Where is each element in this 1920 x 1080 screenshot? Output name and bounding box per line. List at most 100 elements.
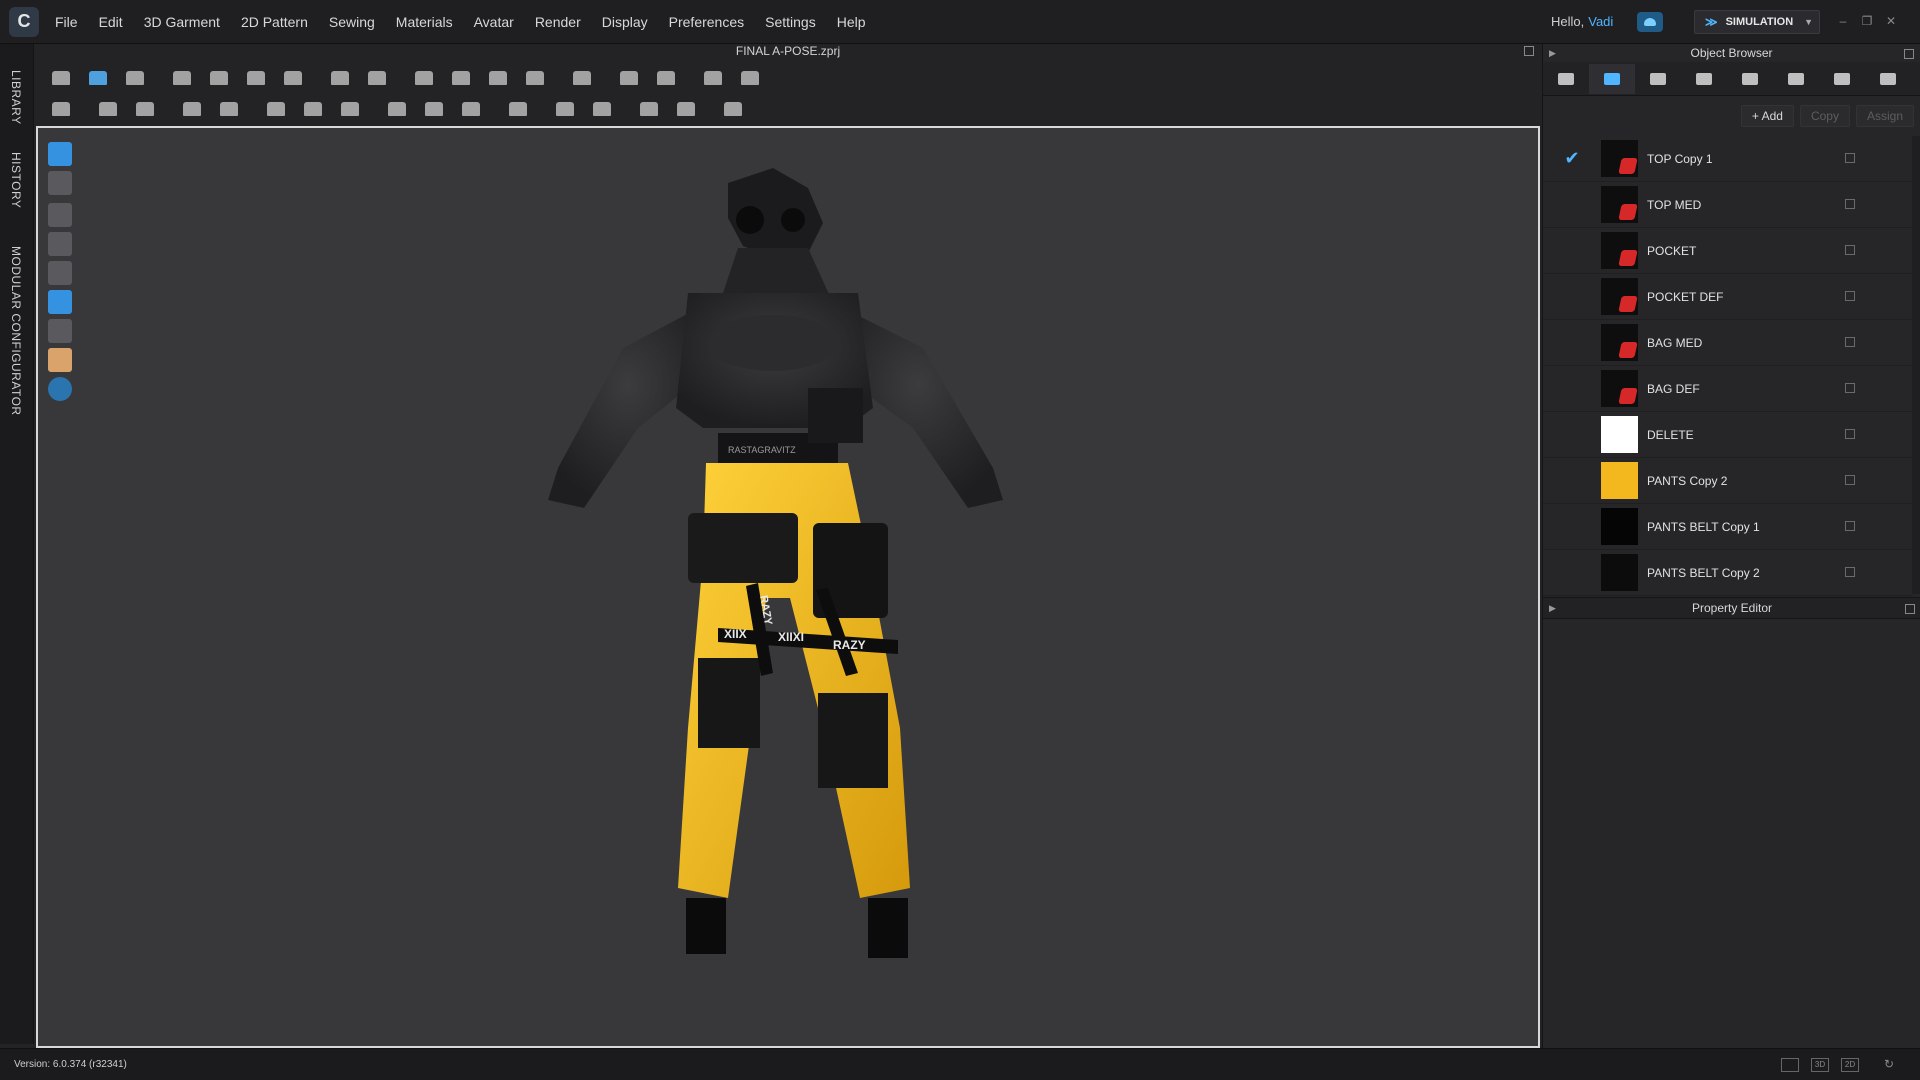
fabric-swatch[interactable] bbox=[1601, 508, 1638, 545]
button-tool-icon[interactable] bbox=[384, 96, 410, 122]
fabric-list-item[interactable]: POCKET DEF bbox=[1543, 274, 1913, 320]
menu-materials[interactable]: Materials bbox=[396, 14, 453, 30]
item-options-icon[interactable] bbox=[1845, 291, 1855, 301]
pin-tool-icon[interactable] bbox=[327, 65, 353, 91]
measure-tool-icon[interactable] bbox=[616, 65, 642, 91]
fabric-swatch[interactable] bbox=[1601, 140, 1638, 177]
pattern-puckering-icon[interactable] bbox=[337, 96, 363, 122]
tab-history[interactable]: HISTORY bbox=[9, 152, 23, 208]
assign-button[interactable]: Assign bbox=[1855, 105, 1914, 127]
menu-edit[interactable]: Edit bbox=[99, 14, 123, 30]
fabric-swatch[interactable] bbox=[1601, 370, 1638, 407]
fabric-list-item[interactable]: POCKET bbox=[1543, 228, 1913, 274]
fabric-swatch[interactable] bbox=[1601, 324, 1638, 361]
copy-button[interactable]: Copy bbox=[1799, 105, 1850, 127]
tape-tool-icon[interactable] bbox=[95, 96, 121, 122]
texture-edit-icon[interactable] bbox=[552, 96, 578, 122]
tab-zipper-icon[interactable] bbox=[1773, 64, 1819, 94]
item-options-icon[interactable] bbox=[1845, 337, 1855, 347]
unfold-tool-icon[interactable] bbox=[243, 65, 269, 91]
trim-anchor-icon[interactable] bbox=[720, 96, 746, 122]
view-2d-icon[interactable]: 2D bbox=[1841, 1058, 1859, 1072]
item-options-icon[interactable] bbox=[1845, 199, 1855, 209]
cloud-icon[interactable] bbox=[1637, 12, 1663, 32]
fold-arrangement-icon[interactable] bbox=[169, 65, 195, 91]
panel-collapse-icon[interactable]: ▶ bbox=[1549, 48, 1556, 59]
menu-render[interactable]: Render bbox=[535, 14, 581, 30]
tab-library[interactable]: LIBRARY bbox=[9, 70, 23, 125]
panel-collapse-icon[interactable]: ▶ bbox=[1549, 603, 1556, 614]
menu-2d-pattern[interactable]: 2D Pattern bbox=[241, 14, 308, 30]
fabric-swatch[interactable] bbox=[1601, 554, 1638, 591]
fabric-list-item[interactable]: BAG MED bbox=[1543, 320, 1913, 366]
tab-topstitch-icon[interactable] bbox=[1681, 64, 1727, 94]
fitting-suit-icon[interactable] bbox=[179, 96, 205, 122]
user-name[interactable]: Vadi bbox=[1588, 14, 1613, 29]
graphic-tool-icon[interactable] bbox=[636, 96, 662, 122]
item-options-icon[interactable] bbox=[1845, 475, 1855, 485]
select-move-tool-icon[interactable] bbox=[85, 65, 111, 91]
fitting-edit-icon[interactable] bbox=[216, 96, 242, 122]
minimize-icon[interactable]: – bbox=[1836, 14, 1850, 28]
tab-modular-configurator[interactable]: MODULAR CONFIGURATOR bbox=[9, 246, 23, 416]
refresh-icon[interactable]: ↻ bbox=[1880, 1058, 1898, 1072]
fabric-list-item[interactable]: PANTS Copy 2 bbox=[1543, 458, 1913, 504]
menu-avatar[interactable]: Avatar bbox=[474, 14, 514, 30]
tab-list-icon[interactable] bbox=[1543, 64, 1589, 94]
checkmark-icon[interactable]: ✔ bbox=[1543, 148, 1601, 169]
steam-tool-icon[interactable] bbox=[364, 65, 390, 91]
fabric-list-scrollbar[interactable] bbox=[1912, 136, 1920, 594]
pressure-tool-icon[interactable] bbox=[700, 65, 726, 91]
fabric-list-item[interactable]: PANTS BELT Copy 2 bbox=[1543, 550, 1913, 596]
menu-sewing[interactable]: Sewing bbox=[329, 14, 375, 30]
puckering-edit-icon[interactable] bbox=[300, 96, 326, 122]
button-select-icon[interactable] bbox=[421, 96, 447, 122]
app-logo-icon[interactable]: C bbox=[9, 6, 39, 37]
menu-file[interactable]: File bbox=[55, 14, 78, 30]
popout-icon[interactable] bbox=[1904, 49, 1914, 59]
fabric-list-item[interactable]: ✔ TOP Copy 1 bbox=[1543, 136, 1913, 182]
popout-icon[interactable] bbox=[1524, 46, 1534, 56]
fabric-swatch[interactable] bbox=[1601, 186, 1638, 223]
fabric-list-item[interactable]: PANTS BELT Copy 1 bbox=[1543, 504, 1913, 550]
superimpose-icon[interactable] bbox=[522, 65, 548, 91]
view-3d-icon[interactable]: 3D bbox=[1811, 1058, 1829, 1072]
item-options-icon[interactable] bbox=[1845, 521, 1855, 531]
fabric-swatch[interactable] bbox=[1601, 416, 1638, 453]
popout-icon[interactable] bbox=[1905, 604, 1915, 614]
garment-fit-icon[interactable] bbox=[411, 65, 437, 91]
menu-preferences[interactable]: Preferences bbox=[669, 14, 744, 30]
arrange-tool-icon[interactable] bbox=[48, 65, 74, 91]
puckering-icon[interactable] bbox=[263, 96, 289, 122]
tab-fabric-icon[interactable] bbox=[1589, 63, 1635, 94]
close-icon[interactable]: ✕ bbox=[1884, 14, 1898, 28]
menu-settings[interactable]: Settings bbox=[765, 14, 816, 30]
menu-help[interactable]: Help bbox=[837, 14, 866, 30]
item-options-icon[interactable] bbox=[1845, 383, 1855, 393]
fabric-swatch[interactable] bbox=[1601, 278, 1638, 315]
tab-button-icon[interactable] bbox=[1635, 64, 1681, 94]
menu-3d-garment[interactable]: 3D Garment bbox=[144, 14, 220, 30]
add-button[interactable]: + Add bbox=[1740, 105, 1794, 127]
fabric-list-item[interactable]: DELETE bbox=[1543, 412, 1913, 458]
fabric-list-item[interactable]: BAG DEF bbox=[1543, 366, 1913, 412]
fold-tool-icon[interactable] bbox=[206, 65, 232, 91]
menu-display[interactable]: Display bbox=[602, 14, 648, 30]
fabric-swatch[interactable] bbox=[1601, 462, 1638, 499]
tab-graphic-icon[interactable] bbox=[1819, 64, 1865, 94]
item-options-icon[interactable] bbox=[1845, 153, 1855, 163]
chevron-down-icon[interactable]: ▼ bbox=[1804, 17, 1813, 27]
avatar-pose-icon[interactable] bbox=[48, 96, 74, 122]
trim-tool-icon[interactable] bbox=[569, 65, 595, 91]
fabric-swatch[interactable] bbox=[1601, 232, 1638, 269]
pressure-edit-icon[interactable] bbox=[737, 65, 763, 91]
simulation-mode-button[interactable]: ≫ SIMULATION ▼ bbox=[1694, 10, 1820, 34]
shrink-icon[interactable] bbox=[485, 65, 511, 91]
restore-icon[interactable]: ❐ bbox=[1860, 14, 1874, 28]
single-view-icon[interactable] bbox=[1781, 1058, 1799, 1072]
fabric-list-item[interactable]: TOP MED bbox=[1543, 182, 1913, 228]
texture-transform-icon[interactable] bbox=[589, 96, 615, 122]
tape-edit-icon[interactable] bbox=[132, 96, 158, 122]
item-options-icon[interactable] bbox=[1845, 429, 1855, 439]
item-options-icon[interactable] bbox=[1845, 567, 1855, 577]
